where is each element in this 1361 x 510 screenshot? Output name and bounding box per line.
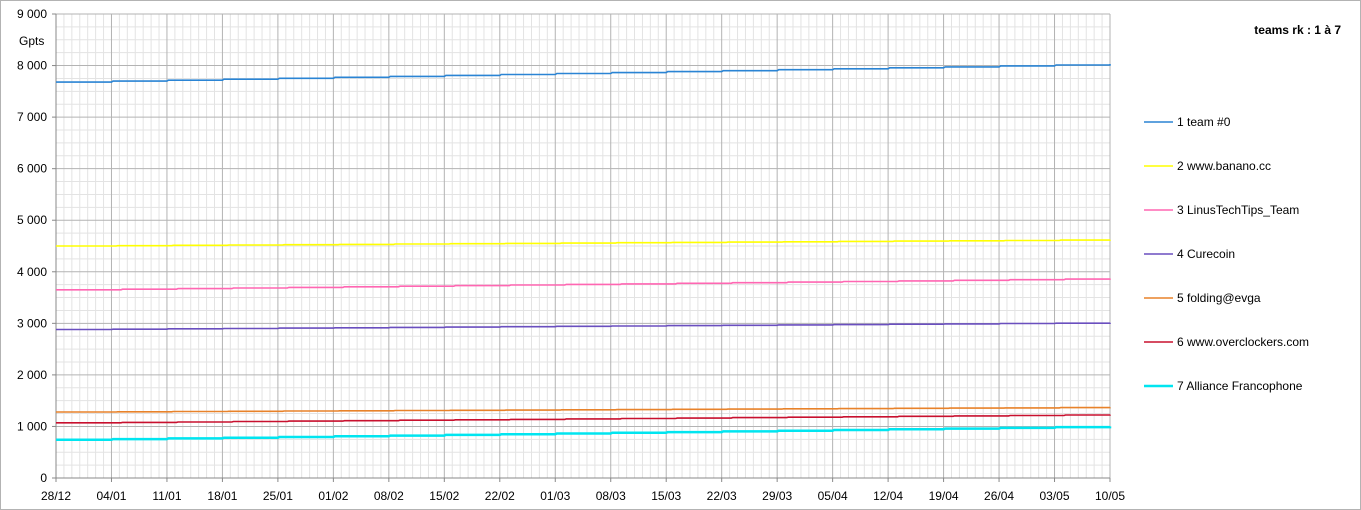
x-tick-label: 26/04 xyxy=(984,489,1014,503)
x-tick-label: 15/03 xyxy=(651,489,681,503)
x-tick-label: 19/04 xyxy=(929,489,959,503)
y-tick-label: 1 000 xyxy=(17,419,47,433)
legend-label: 3 LinusTechTips_Team xyxy=(1177,203,1299,217)
legend-label: 4 Curecoin xyxy=(1177,247,1235,261)
x-tick-label: 11/01 xyxy=(152,489,181,503)
y-tick-label: 7 000 xyxy=(17,110,47,124)
y-tick-label: 4 000 xyxy=(17,265,47,279)
x-tick-label: 03/05 xyxy=(1040,489,1070,503)
x-tick-label: 29/03 xyxy=(762,489,792,503)
x-tick-label: 22/03 xyxy=(707,489,737,503)
line-chart: 0 1 000 2 000 3 000 4 000 5 000 6 000 7 000 8 00… xyxy=(17,7,1341,503)
x-tick-label: 10/05 xyxy=(1095,489,1125,503)
y-tick-label: 6 000 xyxy=(17,162,47,176)
legend-label: 6 www.overclockers.com xyxy=(1177,335,1309,349)
legend: 1 team #0 2 www.banano.cc 3 LinusTechTips_… xyxy=(1144,115,1309,393)
x-tick-label: 01/02 xyxy=(318,489,348,503)
x-tick-label: 08/03 xyxy=(596,489,626,503)
y-tick-label: 5 000 xyxy=(17,213,47,227)
y-tick-labels: 0 1 000 2 000 3 000 4 000 5 000 6 000 7 000 8 00… xyxy=(17,7,47,485)
y-tick-label: 9 000 xyxy=(17,7,47,21)
chart-title: teams rk : 1 à 7 xyxy=(1254,23,1341,37)
x-tick-label: 18/01 xyxy=(207,489,237,503)
y-axis-label: Gpts xyxy=(19,34,44,48)
legend-label: 7 Alliance Francophone xyxy=(1177,379,1303,393)
x-tick-label: 12/04 xyxy=(873,489,903,503)
x-tick-label: 28/12 xyxy=(41,489,71,503)
y-tick-label: 0 xyxy=(40,471,47,485)
legend-label: 5 folding@evga xyxy=(1177,291,1261,305)
x-tick-labels: 28/12 04/01 11/01 18/01 25/01 01/02 08/02 15/02… xyxy=(41,489,1125,503)
y-tick-label: 8 000 xyxy=(17,59,47,73)
x-tick-label: 22/02 xyxy=(485,489,515,503)
x-tick-label: 15/02 xyxy=(429,489,459,503)
x-tick-label: 01/03 xyxy=(540,489,570,503)
x-tick-label: 25/01 xyxy=(263,489,293,503)
y-tick-label: 3 000 xyxy=(17,316,47,330)
x-tick-label: 05/04 xyxy=(818,489,848,503)
x-tick-label: 04/01 xyxy=(96,489,126,503)
legend-label: 2 www.banano.cc xyxy=(1177,159,1271,173)
y-tick-label: 2 000 xyxy=(17,368,47,382)
x-tick-label: 08/02 xyxy=(374,489,404,503)
legend-label: 1 team #0 xyxy=(1177,115,1231,129)
